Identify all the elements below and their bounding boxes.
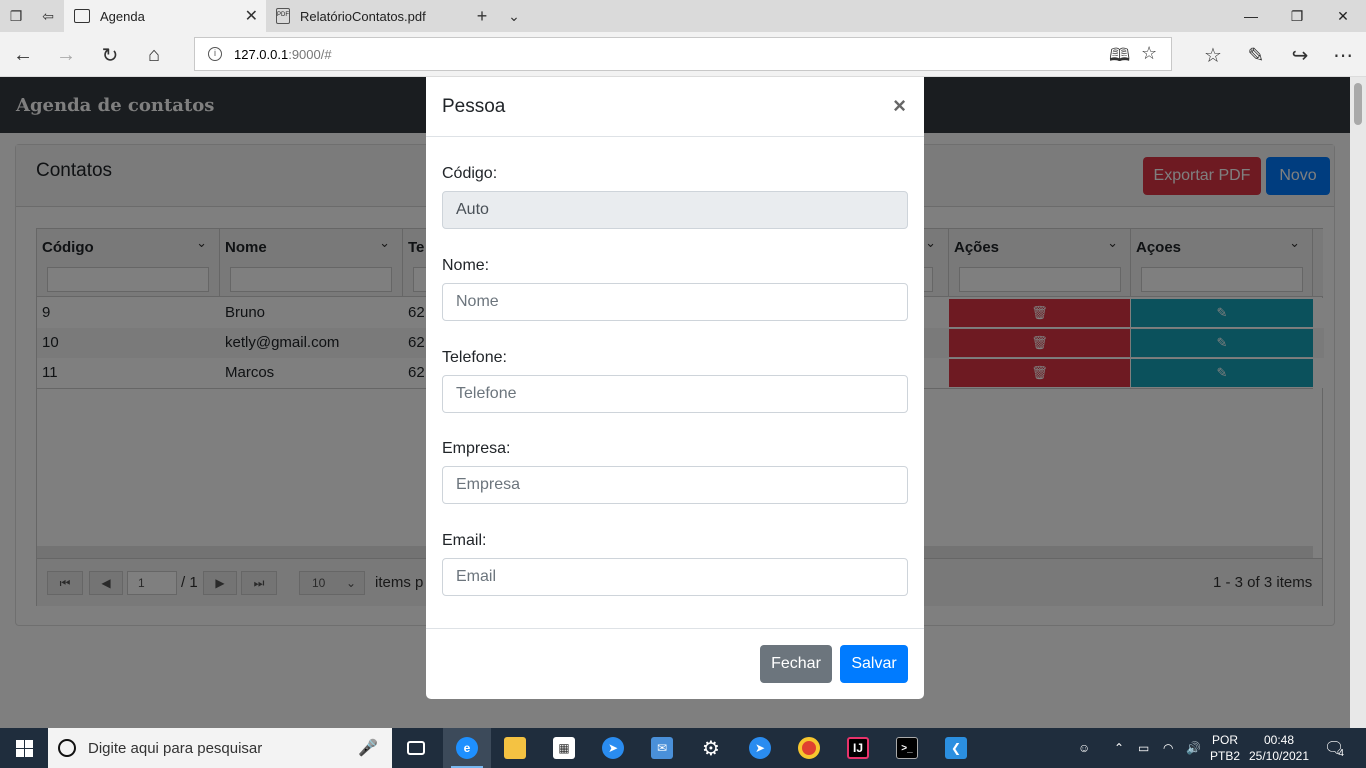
share-icon[interactable]: ↪ [1287,42,1313,68]
people-icon[interactable]: ☺ [1078,728,1090,768]
browser-tab-bar: ❐ ⇦ Agenda ✕ PDF RelatórioContatos.pdf +… [0,0,1366,32]
close-window-icon[interactable]: ✕ [1320,0,1366,32]
safari-icon-2[interactable]: ➤ [736,728,784,768]
settings-gear-icon[interactable]: ⚙ [687,728,735,768]
chevron-down-icon[interactable]: ⌄ [504,6,524,26]
info-icon[interactable]: i [208,47,222,61]
tab-agenda[interactable]: Agenda ✕ [64,0,266,32]
save-button[interactable]: Salvar [840,645,908,683]
terminal-icon[interactable]: >_ [883,728,931,768]
codigo-label: Código: [442,165,498,182]
notifications-icon[interactable]: 🗨 4 [1324,728,1344,768]
page: Agenda de contatos Contatos Exportar PDF… [0,77,1350,728]
chevron-up-icon[interactable]: ⌃ [1114,728,1124,768]
task-view-icon[interactable] [392,728,440,768]
page-icon [74,9,90,23]
tab-actions-icon[interactable]: ❐ [6,6,26,26]
intellij-icon[interactable]: IJ [834,728,882,768]
language-indicator[interactable]: POR PTB2 [1208,732,1242,764]
scrollbar-thumb[interactable] [1354,83,1362,125]
lang-bottom: PTB2 [1209,749,1240,763]
email-label: Email: [442,532,487,549]
reading-view-icon[interactable]: 🕮 [1109,43,1130,73]
modal-title: Pessoa [442,96,506,117]
pessoa-modal: Pessoa × Código: Nome: Telefone: Empresa… [426,77,924,699]
wifi-icon[interactable]: ◠ [1163,728,1173,768]
empresa-label: Empresa: [442,440,511,457]
tab-title: Agenda [100,8,145,24]
page-scrollbar[interactable] [1350,77,1366,728]
time: 00:48 [1263,733,1295,747]
clock[interactable]: 00:48 25/10/2021 [1244,732,1314,764]
close-icon[interactable]: × [893,93,906,119]
notification-count: 4 [1338,747,1344,759]
volume-icon[interactable]: 🔊 [1186,728,1201,768]
date: 25/10/2021 [1248,749,1310,763]
address-bar[interactable]: i 127.0.0.1:9000/# 🕮 ☆ [194,37,1172,71]
taskbar-search[interactable]: Digite aqui para pesquisar 🎤 [48,728,392,768]
safari-icon[interactable]: ➤ [589,728,637,768]
codigo-field [442,191,908,229]
close-button[interactable]: Fechar [760,645,832,683]
telefone-field[interactable] [442,375,908,413]
favorite-star-icon[interactable]: ☆ [1141,43,1157,64]
modal-header: Pessoa × [426,77,924,137]
vscode-icon[interactable]: ❮ [932,728,980,768]
telefone-label: Telefone: [442,349,507,366]
email-field[interactable] [442,558,908,596]
microphone-icon[interactable]: 🎤 [358,738,378,758]
favorites-icon[interactable]: ☆ [1200,42,1226,68]
forward-icon[interactable]: → [53,42,79,68]
pdf-icon: PDF [276,8,290,24]
empresa-field[interactable] [442,466,908,504]
battery-icon[interactable]: ▭ [1138,728,1149,768]
taskbar: Digite aqui para pesquisar 🎤 e ▦ ➤ ✉ ⚙ ➤… [0,728,1366,768]
store-icon[interactable]: ▦ [540,728,588,768]
cortana-icon [58,739,76,757]
refresh-icon[interactable]: ↻ [97,42,123,68]
modal-footer: Fechar Salvar [426,628,924,699]
url-host: 127.0.0.1 [234,46,289,62]
close-tab-icon[interactable]: ✕ [245,6,258,26]
more-icon[interactable]: ⋯ [1330,42,1356,68]
minimize-icon[interactable]: — [1228,0,1274,32]
chrome-icon[interactable] [785,728,833,768]
tab-relatorio[interactable]: PDF RelatórioContatos.pdf [268,0,464,32]
search-placeholder: Digite aqui para pesquisar [88,739,263,757]
edge-icon[interactable]: e [443,728,491,768]
restore-icon[interactable]: ❐ [1274,0,1320,32]
nome-field[interactable] [442,283,908,321]
new-tab-icon[interactable]: + [472,6,492,26]
file-explorer-icon[interactable] [491,728,539,768]
browser-nav-bar: ← → ↻ ⌂ i 127.0.0.1:9000/# 🕮 ☆ ☆ ✎ ↪ ⋯ [0,32,1366,77]
back-icon[interactable]: ← [10,42,36,68]
tab-back-icon[interactable]: ⇦ [38,6,58,26]
windows-start-icon[interactable] [0,728,48,768]
lang-top: POR [1211,733,1238,747]
mail-icon[interactable]: ✉ [638,728,686,768]
nome-label: Nome: [442,257,490,274]
url-path: :9000/# [288,46,332,62]
pen-icon[interactable]: ✎ [1243,42,1269,68]
home-icon[interactable]: ⌂ [141,42,167,68]
tab-title: RelatórioContatos.pdf [300,8,426,24]
